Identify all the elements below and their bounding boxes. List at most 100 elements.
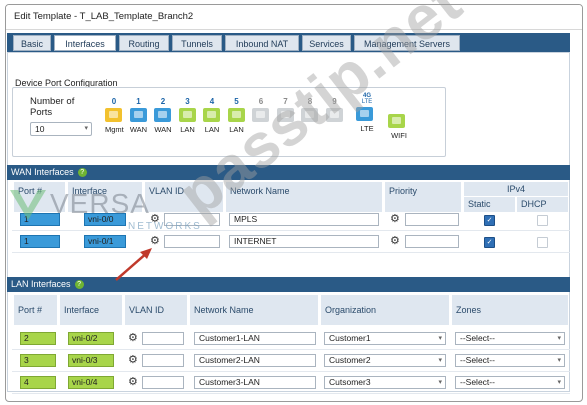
tab-basic[interactable]: Basic	[13, 35, 51, 51]
lan-th-interface: Interface	[60, 295, 122, 325]
gear-icon[interactable]: ⚙	[128, 355, 138, 366]
wan-port-cell[interactable]: 1	[20, 235, 60, 248]
lan-zones-select[interactable]: --Select-- ▾	[455, 354, 565, 367]
port-label: LAN	[180, 125, 195, 134]
port-2[interactable]: 2 WAN	[154, 97, 172, 134]
tab-inbound-nat[interactable]: Inbound NAT	[225, 35, 299, 51]
lan-section-header: LAN Interfaces?	[7, 277, 570, 292]
lan-zones-select[interactable]: --Select-- ▾	[455, 332, 565, 345]
lan-vlan-input[interactable]	[142, 354, 184, 367]
wan-dhcp-checkbox[interactable]: ✓	[537, 237, 548, 248]
lan-th-vlan: VLAN ID	[125, 295, 187, 325]
lan-port-cell[interactable]: 2	[20, 332, 56, 345]
wan-section-title: WAN Interfaces	[11, 167, 74, 177]
wan-priority-input[interactable]	[405, 213, 459, 226]
lan-section-title: LAN Interfaces	[11, 279, 71, 289]
zones-value: --Select--	[460, 333, 495, 343]
number-of-ports-value: 10	[35, 124, 45, 134]
port-label: WAN	[154, 125, 172, 134]
organization-value: Cutsomer3	[329, 377, 371, 387]
help-icon[interactable]: ?	[77, 168, 87, 178]
lan-interface-cell: vni-0/3	[68, 354, 114, 367]
gear-icon[interactable]: ⚙	[390, 236, 400, 247]
tab-tunnels[interactable]: Tunnels	[172, 35, 222, 51]
wifi-icon	[388, 114, 405, 128]
organization-value: Customer1	[329, 333, 371, 343]
lan-port-cell[interactable]: 4	[20, 376, 56, 389]
wan-vlan-input[interactable]	[164, 235, 220, 248]
chevron-down-icon: ▾	[84, 125, 88, 132]
help-icon[interactable]: ?	[74, 280, 84, 290]
wan-th-ipv4: IPv4	[464, 182, 568, 196]
ethernet-port-icon	[178, 108, 196, 122]
lan-network-input[interactable]: Customer2-LAN	[194, 354, 316, 367]
tab-routing[interactable]: Routing	[119, 35, 169, 51]
ethernet-port-icon	[105, 108, 122, 122]
chevron-down-icon: ▾	[557, 335, 561, 342]
versa-logo-text: VERSA	[50, 188, 150, 219]
row-divider	[12, 230, 570, 231]
port-wifi[interactable]: WIFI	[388, 112, 410, 140]
ethernet-port-icon	[129, 108, 147, 122]
row-divider	[12, 252, 570, 253]
number-of-ports-select[interactable]: 10 ▾	[30, 122, 92, 136]
lan-port-cell[interactable]: 3	[20, 354, 56, 367]
lan-vlan-input[interactable]	[142, 376, 184, 389]
gear-icon[interactable]: ⚙	[390, 214, 400, 225]
ethernet-port-icon	[154, 108, 171, 122]
row-divider	[12, 393, 570, 394]
port-number: 4	[209, 97, 215, 106]
lan-organization-select[interactable]: Customer1 ▾	[324, 332, 446, 345]
versa-logo-sub: NETWORKS	[128, 221, 202, 232]
ethernet-port-icon	[203, 108, 220, 122]
port-1[interactable]: 1 WAN	[129, 97, 148, 134]
port-3[interactable]: 3 LAN	[178, 97, 197, 134]
lan-interface-cell: vni-0/4	[68, 376, 114, 389]
gear-icon[interactable]: ⚙	[128, 333, 138, 344]
zones-value: --Select--	[460, 355, 495, 365]
port-label: WAN	[129, 125, 148, 134]
lan-th-organization: Organization	[321, 295, 449, 325]
lan-th-port: Port #	[14, 295, 57, 325]
wan-network-input[interactable]: MPLS	[229, 213, 379, 226]
port-number: 3	[185, 97, 190, 106]
wan-th-dhcp: DHCP	[517, 197, 568, 212]
port-number: 2	[160, 97, 166, 106]
lan-network-input[interactable]: Customer1-LAN	[194, 332, 316, 345]
chevron-down-icon: ▾	[438, 335, 442, 342]
lan-interface-cell: vni-0/2	[68, 332, 114, 345]
port-label: Mgmt	[105, 125, 124, 134]
organization-value: Customer2	[329, 355, 371, 365]
tab-interfaces[interactable]: Interfaces	[54, 35, 116, 51]
port-label-lte: LTE	[360, 124, 374, 133]
dialog-titlebar: Edit Template - T_LAB_Template_Branch2	[6, 5, 582, 30]
port-0[interactable]: 0 Mgmt	[105, 97, 124, 134]
dialog-title: Edit Template - T_LAB_Template_Branch2	[14, 11, 194, 22]
lan-organization-select[interactable]: Customer2 ▾	[324, 354, 446, 367]
lan-organization-select[interactable]: Cutsomer3 ▾	[324, 376, 446, 389]
chevron-down-icon: ▾	[557, 357, 561, 364]
wan-priority-input[interactable]	[405, 235, 459, 248]
port-number: 0	[111, 97, 117, 106]
wan-th-priority: Priority	[385, 182, 461, 212]
lan-vlan-input[interactable]	[142, 332, 184, 345]
lan-zones-select[interactable]: --Select-- ▾	[455, 376, 565, 389]
chevron-down-icon: ▾	[557, 379, 561, 386]
wan-th-static: Static	[464, 197, 515, 212]
lan-network-input[interactable]: Customer3-LAN	[194, 376, 316, 389]
wan-static-checkbox[interactable]: ✓	[484, 215, 495, 226]
wan-network-input[interactable]: INTERNET	[229, 235, 379, 248]
number-of-ports-label: Number of Ports	[30, 96, 75, 118]
lan-th-zones: Zones	[452, 295, 568, 325]
port-number: 5	[234, 97, 239, 106]
wan-dhcp-checkbox[interactable]: ✓	[537, 215, 548, 226]
red-arrow-annotation	[115, 248, 152, 281]
chevron-down-icon: ▾	[438, 379, 442, 386]
lan-th-network: Network Name	[190, 295, 318, 325]
port-label-wifi: WIFI	[391, 131, 407, 140]
row-divider	[12, 349, 570, 350]
row-divider	[12, 371, 570, 372]
wan-static-checkbox[interactable]: ✓	[484, 237, 495, 248]
gear-icon[interactable]: ⚙	[128, 377, 138, 388]
port-4[interactable]: 4 LAN	[203, 97, 221, 134]
